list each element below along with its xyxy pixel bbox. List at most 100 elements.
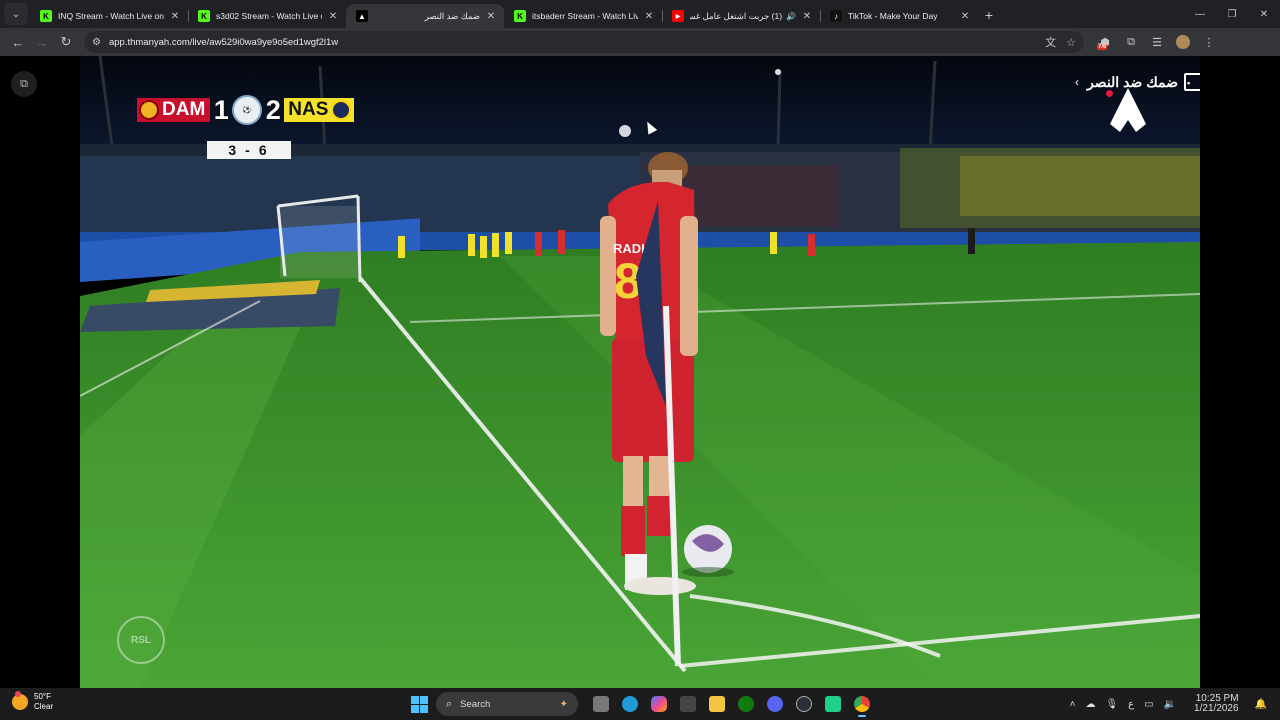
tab-title: (1) جربت اشتغل عامل غسيل [690, 10, 783, 21]
translate-icon[interactable]: 文 [1045, 34, 1056, 50]
reload-button[interactable]: ↻ [54, 30, 78, 54]
youtube-favicon-icon: ▶ [672, 10, 684, 22]
close-window-button[interactable]: ✕ [1248, 0, 1280, 28]
discord-icon[interactable] [762, 691, 788, 717]
tab-title: ضمك ضد النصر [424, 10, 480, 21]
bing-highlight-icon: ✦ [559, 698, 568, 710]
home-team-badge: DAM [137, 98, 211, 122]
home-team-abbr: DAM [162, 99, 206, 120]
chrome-icon[interactable] [849, 691, 875, 717]
extension-badge: 7/6 [1097, 43, 1108, 50]
tab-youtube-video[interactable]: ▶ (1) جربت اشتغل عامل غسيل 🔊 ✕ [662, 4, 820, 28]
home-score: 1 [213, 94, 229, 125]
tray-chevron-icon[interactable]: ˄ [1070, 699, 1076, 710]
speaker-icon[interactable]: 🔊 [786, 12, 796, 21]
tab-close-icon[interactable]: ✕ [484, 11, 498, 22]
away-team-badge: NAS [284, 98, 355, 122]
onedrive-icon[interactable]: ☁ [1085, 699, 1095, 710]
system-tray: ˄ ☁ 🎙 ع ▭ 🔉 10:25 PM 1/21/2026 🔔 [1065, 691, 1272, 717]
url-text[interactable]: app.thmanyah.com/live/aw529i0wa9ye9o5ed1… [109, 37, 1035, 48]
player-name: RADI [613, 241, 645, 256]
app-green-icon[interactable] [820, 691, 846, 717]
chevron-left-icon[interactable]: ‹ [1075, 75, 1079, 89]
tab-close-icon[interactable]: ✕ [642, 11, 656, 22]
site-info-icon[interactable]: ⚙ [92, 37, 101, 48]
clock-date: 1/21/2026 [1194, 703, 1239, 714]
tab-tiktok[interactable]: ♪ TikTok - Make Your Day ✕ [820, 4, 978, 28]
weather-temp: 50°F [34, 692, 51, 701]
nassr-crest-icon [331, 100, 352, 120]
taskbar-apps: ⌕ Search ✦ [408, 691, 876, 717]
kick-favicon-icon: K [198, 10, 210, 22]
tab-title: itsbaderr Stream - Watch Live on Kick [532, 11, 638, 21]
clock-minutes: 3 [228, 142, 240, 158]
away-score: 2 [265, 94, 281, 125]
reading-list-icon[interactable]: ☰ [1144, 36, 1170, 49]
tab-title: s3d02 Stream - Watch Live on Kick [216, 11, 322, 21]
tab-close-icon[interactable]: ✕ [800, 11, 814, 22]
damac-crest-icon [139, 100, 159, 120]
microphone-icon[interactable]: 🎙 [1105, 699, 1118, 710]
tab-title: TikTok - Make Your Day [848, 11, 938, 21]
weather-desc: Clear [34, 702, 54, 711]
thmanyah-favicon-icon: ▲ [356, 10, 368, 22]
steam-icon[interactable] [791, 691, 817, 717]
tab-thmanyah-live[interactable]: ▲ ضمك ضد النصر ✕ [346, 4, 504, 28]
restore-button[interactable]: ❐ [1216, 0, 1248, 28]
picture-in-picture-icon[interactable]: ▪ [1184, 73, 1200, 91]
back-button[interactable]: ← [6, 30, 30, 54]
copilot-icon[interactable] [646, 691, 672, 717]
tab-strip: ⌄ K INQ Stream - Watch Live on Kick ✕ K … [0, 0, 1280, 28]
taskbar-search[interactable]: ⌕ Search ✦ [436, 692, 578, 716]
task-view-icon[interactable] [588, 691, 614, 717]
chrome-menu-icon[interactable]: ⋮ [1196, 36, 1222, 49]
weather-widget[interactable]: 50°F Clear [12, 691, 54, 712]
bookmark-star-icon[interactable]: ☆ [1066, 36, 1076, 49]
thmanyah-logo-icon [1110, 88, 1146, 132]
search-placeholder: Search [460, 698, 491, 710]
rsl-watermark-icon: RSL [117, 616, 165, 664]
network-icon[interactable]: ▭ [1144, 699, 1153, 710]
tiktok-favicon-icon: ♪ [830, 10, 842, 22]
tab-search-chevron-icon[interactable]: ⌄ [4, 3, 28, 25]
toolbar-actions: ⬢ 7/6 ⧉ ☰ ⋮ [1092, 35, 1222, 50]
weather-icon [12, 691, 28, 710]
extensions-puzzle-icon[interactable]: ⧉ [1118, 36, 1144, 49]
xbox-icon[interactable] [733, 691, 759, 717]
tab-close-icon[interactable]: ✕ [168, 11, 182, 22]
browser-toolbar: ← → ↻ ⚙ app.thmanyah.com/live/aw529i0wa9… [0, 28, 1280, 56]
forward-button[interactable]: → [30, 30, 54, 54]
search-icon: ⌕ [446, 697, 453, 710]
scorebug: DAM 1 ⚽ 2 NAS [137, 94, 355, 125]
tab-itsbaderr-stream[interactable]: K itsbaderr Stream - Watch Live on Kick … [504, 4, 662, 28]
language-indicator[interactable]: ع [1128, 699, 1134, 710]
live-video-player[interactable]: 8 RADI DAM 1 ⚽ 2 NAS 3 - 6 ‹ ضمك ضد النص… [80, 56, 1200, 688]
tab-close-icon[interactable]: ✕ [326, 11, 340, 22]
address-bar[interactable]: ⚙ app.thmanyah.com/live/aw529i0wa9ye9o5e… [84, 31, 1084, 53]
window-controls: — ❐ ✕ [1184, 0, 1280, 28]
minimize-button[interactable]: — [1184, 0, 1216, 28]
away-team-abbr: NAS [288, 99, 329, 120]
edge-icon[interactable] [617, 691, 643, 717]
tab-inq-stream[interactable]: K INQ Stream - Watch Live on Kick ✕ [30, 4, 188, 28]
new-tab-button[interactable]: + [978, 4, 1000, 26]
store-icon[interactable] [675, 691, 701, 717]
kick-favicon-icon: K [40, 10, 52, 22]
clock-seconds: 6 [258, 142, 270, 158]
kick-favicon-icon: K [514, 10, 526, 22]
clock-separator: - [245, 142, 253, 158]
file-explorer-icon[interactable] [704, 691, 730, 717]
start-windows-icon[interactable] [408, 693, 430, 715]
tab-title: INQ Stream - Watch Live on Kick [58, 11, 164, 21]
league-logo-icon: ⚽ [232, 95, 263, 125]
tab-close-icon[interactable]: ✕ [958, 11, 972, 22]
volume-icon[interactable]: 🔉 [1164, 699, 1176, 710]
windows-taskbar: 50°F Clear ⌕ Search ✦ ˄ ☁ 🎙 ع ▭ 🔉 10:25 … [0, 688, 1280, 720]
notification-bell-icon[interactable]: 🔔 [1255, 699, 1267, 710]
extension-icon[interactable]: ⬢ 7/6 [1092, 36, 1118, 50]
cast-icon[interactable]: ⧉ [11, 71, 37, 97]
tab-s3d02-stream[interactable]: K s3d02 Stream - Watch Live on Kick ✕ [188, 4, 346, 28]
system-clock[interactable]: 10:25 PM 1/21/2026 [1189, 694, 1244, 714]
profile-avatar[interactable] [1176, 35, 1190, 49]
page-content: ⧉ 8 RADI DAM 1 ⚽ 2 NAS 3 - 6 ‹ ضمك ضد ال… [0, 56, 1280, 688]
